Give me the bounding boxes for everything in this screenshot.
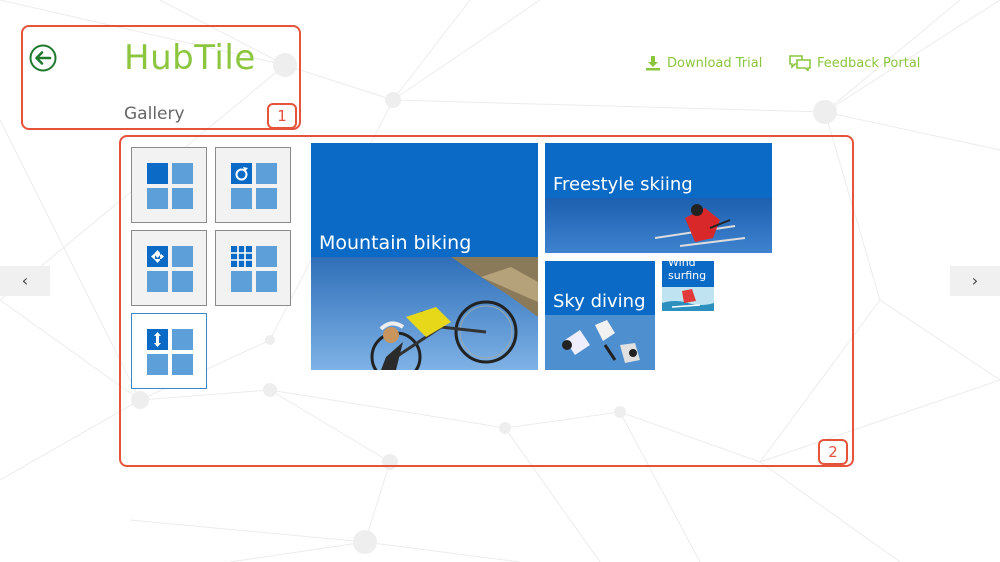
- sky-diving-photo: [545, 315, 655, 370]
- rotate-tile-icon: [231, 163, 277, 209]
- callout-number: 2: [818, 439, 848, 465]
- tile-wind-surfing[interactable]: Wind surfing: [662, 261, 714, 311]
- tile-label: Wind surfing: [668, 261, 707, 282]
- grid-split-icon: [231, 246, 277, 292]
- feedback-portal-link[interactable]: Feedback Portal: [789, 55, 920, 71]
- callout-box-header: [21, 25, 301, 130]
- rotate-tile-button[interactable]: [215, 147, 291, 223]
- previous-page-button[interactable]: ‹: [0, 266, 50, 296]
- tile-freestyle-skiing[interactable]: Freestyle skiing: [545, 143, 772, 253]
- tile-sky-diving[interactable]: Sky diving: [545, 261, 655, 370]
- tile-mountain-biking[interactable]: Mountain biking: [311, 143, 538, 370]
- freestyle-skiing-photo: [545, 198, 772, 253]
- feedback-portal-label: Feedback Portal: [817, 55, 921, 71]
- vertical-flip-tile-button[interactable]: [131, 313, 207, 389]
- wind-surfing-photo: [662, 287, 714, 311]
- download-icon: [646, 56, 660, 71]
- next-page-button[interactable]: ›: [950, 266, 1000, 296]
- tile-label: Sky diving: [553, 291, 646, 312]
- tile-label: Freestyle skiing: [553, 174, 693, 195]
- mountain-biking-photo: [311, 257, 538, 370]
- download-trial-label: Download Trial: [667, 55, 763, 71]
- hubtile-layout-button[interactable]: [131, 147, 207, 223]
- move-tile-icon: [147, 246, 193, 292]
- tile-label: Mountain biking: [319, 232, 472, 254]
- callout-number: 1: [267, 103, 297, 129]
- slide-tile-button[interactable]: [131, 230, 207, 306]
- tile-grid-icon: [147, 163, 193, 209]
- grid-tile-button[interactable]: [215, 230, 291, 306]
- download-trial-link[interactable]: Download Trial: [645, 55, 762, 71]
- feedback-icon: [789, 55, 811, 71]
- vertical-arrows-icon: [147, 329, 193, 375]
